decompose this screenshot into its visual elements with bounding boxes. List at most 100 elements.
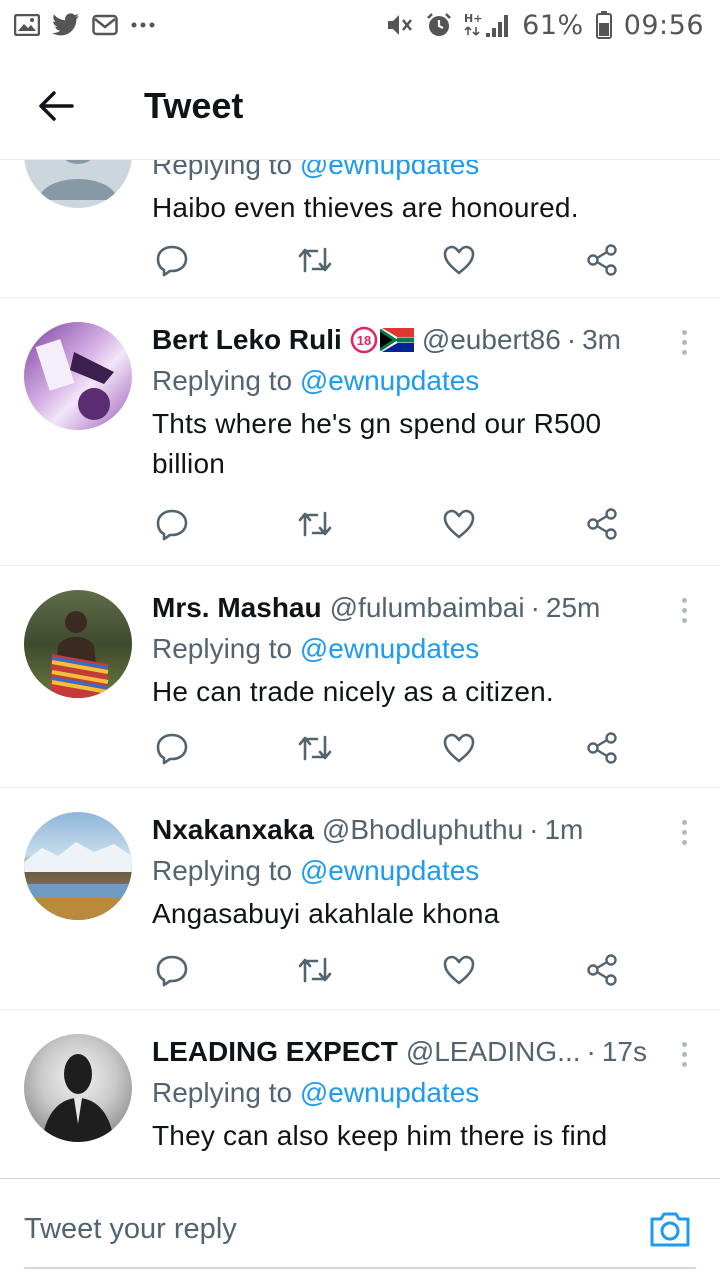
share-icon [587, 244, 617, 276]
retweet-icon [299, 735, 332, 761]
replying-to: Replying to @ewnupdates [152, 852, 696, 890]
tweet-text: He can trade nicely as a citizen. [152, 676, 554, 707]
replying-label: Replying to [152, 855, 293, 886]
retweet-icon [299, 247, 332, 273]
reply-composer-bar: Tweet your reply [0, 1178, 720, 1280]
tweet-partial[interactable]: Replying to @ewnupdates Haibo even thiev… [0, 160, 720, 298]
camera-button[interactable] [648, 1209, 692, 1253]
status-bar: H+ 61% 09:56 [0, 0, 720, 50]
replying-handle-link[interactable]: @ewnupdates [300, 855, 479, 886]
reply-button[interactable] [152, 240, 192, 280]
reply-button[interactable] [152, 728, 192, 768]
avatar-default[interactable] [24, 160, 132, 208]
page-title: Tweet [144, 84, 244, 126]
avatar[interactable] [24, 322, 132, 430]
retweet-button[interactable] [295, 504, 335, 544]
back-button[interactable] [0, 52, 112, 160]
like-icon [443, 955, 474, 985]
share-button[interactable] [582, 950, 622, 990]
share-button[interactable] [582, 240, 622, 280]
twitter-bird-icon [52, 13, 80, 37]
tweet[interactable]: Mrs. Mashau @fulumbaimbai · 25m Replying… [0, 566, 720, 788]
more-notifications-icon [130, 21, 156, 29]
share-icon [587, 954, 617, 986]
more-vertical-icon [681, 1041, 687, 1067]
tweet[interactable]: Nxakanxaka @Bhodluphuthu · 1m Replying t… [0, 788, 720, 1010]
hplus-signal-icon: H+ [464, 11, 510, 39]
replying-to: Replying to @ewnupdates [152, 630, 696, 668]
reply-icon [156, 955, 188, 987]
replying-handle-link[interactable]: @ewnupdates [300, 1077, 479, 1108]
reply-feed[interactable]: Replying to @ewnupdates Haibo even thiev… [0, 160, 720, 1178]
tweet[interactable]: LEADING EXPECT @LEADING... · 17s Replyin… [0, 1010, 720, 1178]
replying-handle-link[interactable]: @ewnupdates [300, 633, 479, 664]
replying-label: Replying to [152, 633, 293, 664]
retweet-button[interactable] [295, 240, 335, 280]
reply-icon [156, 733, 188, 765]
age-18-badge: 18 [350, 326, 378, 354]
replying-label: Replying to [152, 1077, 293, 1108]
more-options-button[interactable] [678, 592, 690, 628]
svg-text:H+: H+ [464, 12, 482, 25]
tweet-actions [152, 726, 622, 770]
status-notifications [14, 13, 156, 37]
share-button[interactable] [582, 728, 622, 768]
timestamp[interactable]: 17s [602, 1034, 647, 1070]
more-options-button[interactable] [678, 1036, 690, 1072]
reply-icon [156, 245, 188, 277]
display-name[interactable]: LEADING EXPECT [152, 1034, 398, 1070]
more-vertical-icon [681, 819, 687, 845]
replying-to: Replying to @ewnupdates [152, 362, 696, 400]
tweet-text: They can also keep him there is find [152, 1120, 608, 1151]
timestamp[interactable]: 1m [544, 812, 583, 848]
clock: 09:56 [623, 9, 704, 41]
tweet-header: LEADING EXPECT @LEADING... · 17s [152, 1034, 696, 1070]
tweet-header: Nxakanxaka @Bhodluphuthu · 1m [152, 812, 696, 848]
retweet-button[interactable] [295, 728, 335, 768]
camera-icon [650, 1212, 690, 1247]
user-handle[interactable]: @LEADING... [406, 1034, 581, 1070]
share-button[interactable] [582, 504, 622, 544]
battery-percent: 61% [522, 9, 584, 41]
status-system: H+ 61% 09:56 [386, 10, 704, 41]
display-name[interactable]: Nxakanxaka [152, 812, 314, 848]
avatar[interactable] [24, 1034, 132, 1142]
replying-handle-link[interactable]: @ewnupdates [300, 160, 479, 180]
user-handle[interactable]: @fulumbaimbai [330, 590, 525, 626]
tweet-actions [152, 238, 622, 282]
like-button[interactable] [439, 728, 479, 768]
user-handle[interactable]: @Bhodluphuthu [322, 812, 523, 848]
tweet-header: Mrs. Mashau @fulumbaimbai · 25m [152, 590, 696, 626]
tweet-text: Angasabuyi akahlale khona [152, 898, 500, 929]
reply-button[interactable] [152, 950, 192, 990]
more-vertical-icon [681, 329, 687, 355]
alarm-icon [426, 12, 452, 38]
display-name[interactable]: Mrs. Mashau [152, 590, 322, 626]
meta-separator: · [586, 1036, 596, 1067]
tweet-header: Bert Leko Ruli 18 @eubert86 · 3m [152, 322, 696, 358]
display-name[interactable]: Bert Leko Ruli [152, 322, 342, 358]
avatar[interactable] [24, 812, 132, 920]
more-vertical-icon [681, 597, 687, 623]
user-handle[interactable]: @eubert86 [422, 322, 561, 358]
timestamp[interactable]: 25m [546, 590, 600, 626]
tweet-text: Haibo even thieves are honoured. [152, 192, 579, 223]
like-button[interactable] [439, 504, 479, 544]
replying-handle-link[interactable]: @ewnupdates [300, 365, 479, 396]
avatar[interactable] [24, 590, 132, 698]
gallery-icon [14, 14, 40, 36]
like-button[interactable] [439, 240, 479, 280]
reply-button[interactable] [152, 504, 192, 544]
battery-icon [595, 11, 612, 39]
timestamp[interactable]: 3m [582, 322, 621, 358]
more-options-button[interactable] [678, 814, 690, 850]
tweet[interactable]: Bert Leko Ruli 18 @eubert86 · 3m Replyin… [0, 298, 720, 566]
like-button[interactable] [439, 950, 479, 990]
reply-input[interactable]: Tweet your reply [24, 1213, 237, 1246]
mute-icon [386, 12, 414, 38]
more-options-button[interactable] [678, 324, 690, 360]
like-icon [443, 245, 474, 275]
retweet-button[interactable] [295, 950, 335, 990]
reply-input-underline [24, 1267, 696, 1269]
mail-icon [92, 14, 118, 36]
